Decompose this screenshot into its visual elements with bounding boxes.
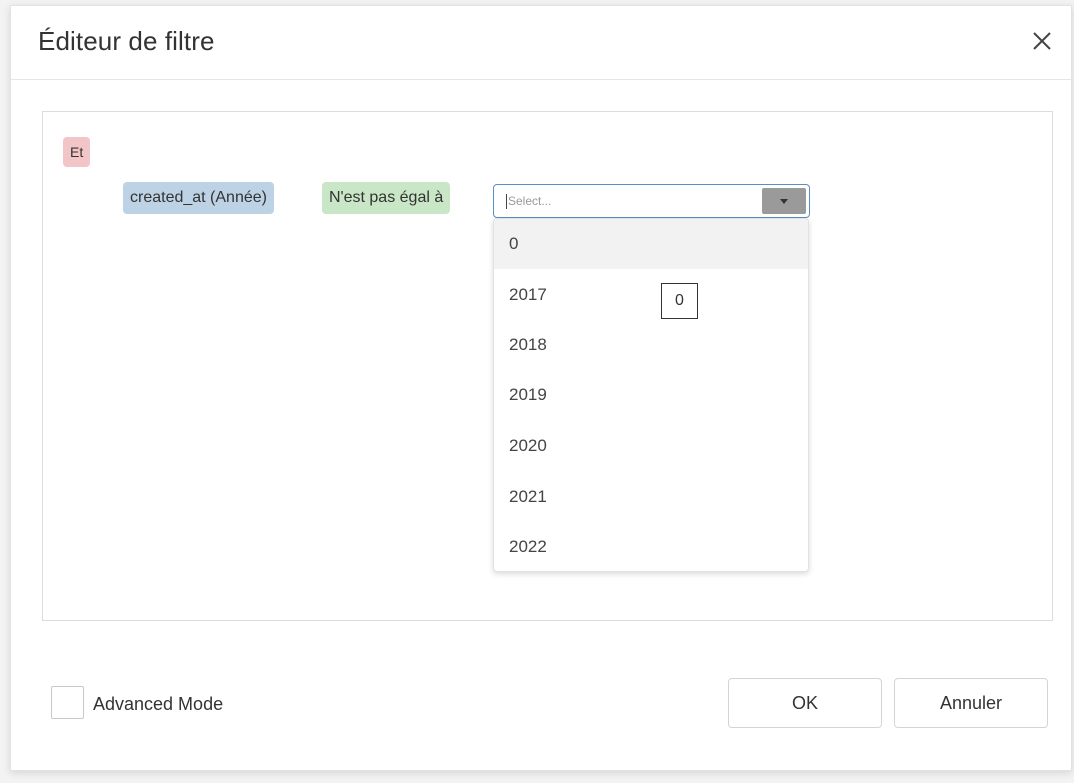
value-dropdown-list: 0 2017 2018 2019 2020 2021 2022 [493,218,809,572]
caret-down-icon [780,198,788,204]
field-tag[interactable]: created_at (Année) [123,182,274,214]
dropdown-option[interactable]: 2020 [494,421,808,471]
dialog-title: Éditeur de filtre [38,26,215,56]
advanced-mode-label: Advanced Mode [93,694,224,714]
value-select[interactable]: Select... [493,184,810,218]
value-select-input[interactable]: Select... [506,194,551,209]
close-icon [1033,32,1051,50]
dropdown-option[interactable]: 0 [494,219,808,269]
dropdown-option[interactable]: 2017 [494,270,808,320]
dropdown-option[interactable]: 2018 [494,320,808,370]
dropdown-option[interactable]: 2022 [494,522,808,571]
dropdown-option[interactable]: 2019 [494,370,808,420]
cancel-button[interactable]: Annuler [894,678,1048,728]
dropdown-toggle-button[interactable] [762,188,806,214]
group-operator-tag[interactable]: Et [63,137,91,167]
close-button[interactable] [1027,26,1057,56]
ok-button[interactable]: OK [728,678,882,728]
dialog-header: Éditeur de filtre [11,6,1071,80]
value-tooltip: 0 [661,283,698,319]
operator-tag[interactable]: N'est pas égal à [322,182,451,214]
dropdown-option[interactable]: 2021 [494,472,808,522]
advanced-mode-checkbox[interactable] [51,686,84,719]
filter-editor-dialog: Éditeur de filtre Et created_at (Année) … [10,5,1072,771]
